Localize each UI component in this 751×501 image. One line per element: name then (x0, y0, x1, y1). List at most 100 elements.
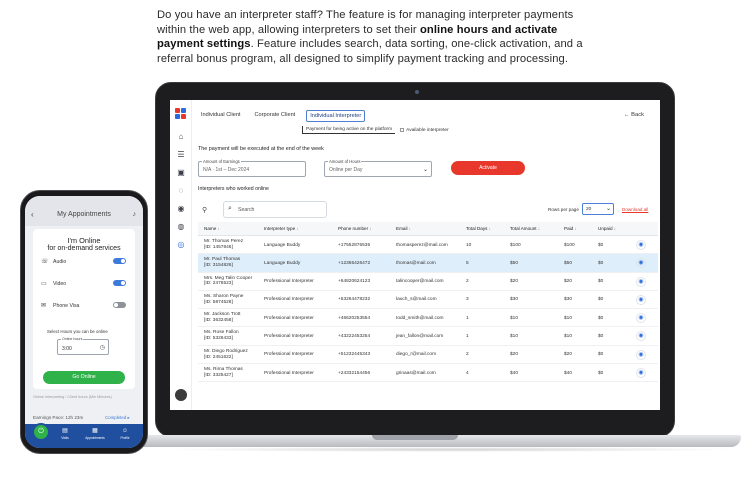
toggle-audio[interactable] (113, 258, 126, 264)
sms-icon: ✉ (41, 303, 47, 309)
interpreter-id: [ID: 2476523] (204, 281, 233, 287)
client-tabs: Individual Client Corporate Client Indiv… (198, 110, 366, 122)
sidebar: ⌂ ☰ ▣ ◌ ◉ ◍ ◎ (170, 100, 192, 410)
menu-icon[interactable]: ☰ (176, 150, 186, 160)
nav-profile[interactable]: ☺ Profile (113, 427, 137, 440)
cell-email: jean_fallon@mail.com (396, 333, 444, 339)
option-audio: ☏ Audio (41, 259, 67, 265)
chat-icon[interactable]: ◌ (176, 186, 186, 196)
hours-input[interactable]: Online hours 3:00 ◷ (57, 337, 109, 355)
col-phone[interactable]: Phone number ↓ (338, 226, 372, 231)
cell-type: Professional Interpreter (264, 279, 314, 285)
wallet-icon[interactable]: ◍ (176, 222, 186, 232)
online-power-button[interactable]: ⏻ (32, 423, 50, 441)
interpreter-id: [ID: 3325427] (204, 372, 233, 378)
interpreter-id: [ID: 2451622] (204, 354, 233, 360)
search-icon: ⌕ (228, 205, 232, 212)
search-input[interactable]: ⌕ Search (223, 201, 327, 218)
nav-visits[interactable]: ▤ Visits (53, 427, 77, 440)
view-eye-icon[interactable]: ◉ (636, 368, 646, 379)
hours-label: Select Hours you can be online (47, 329, 108, 334)
cell-unpaid: $0 (598, 370, 604, 376)
cell-amount: $20 (510, 279, 519, 285)
filter-icon[interactable]: ⚲ (202, 206, 207, 214)
user-icon[interactable]: ◉ (176, 204, 186, 214)
table-body: Mr. Thomas Perez [ID: 1457846] Language Bu… (198, 236, 658, 383)
col-unpaid[interactable]: Unpaid ↓ (598, 226, 616, 231)
table-row[interactable]: Mr. Paul Thomas [ID: 3154826] Language Bud… (198, 254, 658, 273)
interpreter-name: Mr. Thomas Perez (204, 239, 244, 244)
cell-name: Ms. Rose Fallon [ID: 5326433] (204, 330, 239, 342)
cell-amount: $10 (510, 315, 519, 321)
cell-phone: +64820624123 (338, 279, 371, 285)
rows-per-page-select[interactable]: 20 ⌄ (582, 203, 614, 215)
table-row[interactable]: Mr. Thomas Perez [ID: 1457846] Language Bu… (198, 236, 658, 255)
go-online-button[interactable]: Go Online (43, 371, 125, 384)
cell-email: thomas@mail.com (396, 260, 436, 266)
cell-days: 2 (466, 352, 469, 358)
cell-days: 1 (466, 315, 469, 321)
page: Do you have an interpreter staff? The fe… (0, 0, 751, 501)
col-name[interactable]: Name ↓ (204, 226, 220, 231)
table-header: Name ↓ Interpreter type ↓ Phone number ↓… (198, 222, 658, 236)
calendar-icon[interactable]: ▣ (176, 168, 186, 178)
back-button[interactable]: ← Back (624, 112, 644, 118)
table-row[interactable]: Ms. Rima Thomas [ID: 3325427] Professional… (198, 364, 658, 383)
cell-unpaid: $0 (598, 279, 604, 285)
view-eye-icon[interactable]: ◉ (636, 240, 646, 250)
cell-paid: $50 (564, 260, 573, 266)
cell-paid: $10 (564, 333, 573, 339)
view-eye-icon[interactable]: ◉ (636, 276, 646, 287)
subtab-payment-active[interactable]: Payment for being active on the platform (302, 126, 396, 134)
amount-earnings-field[interactable]: Amount of Earnings N/A · 1st – Dec 2024 (198, 159, 306, 177)
subtab-available[interactable]: Available interpreter (406, 128, 449, 133)
view-eye-icon[interactable]: ◉ (636, 331, 646, 342)
interpreter-id: [ID: 1457846] (204, 244, 233, 250)
tab-corporate-client[interactable]: Corporate Client (252, 110, 299, 122)
download-all-link[interactable]: Download all (622, 207, 648, 212)
table-row[interactable]: Mr. Jackson Trott [ID: 3632458] Profession… (198, 309, 658, 328)
col-type[interactable]: Interpreter type ↓ (264, 226, 299, 231)
table-row[interactable]: Mr. Diego Rodriguez [ID: 2451622] Professi… (198, 346, 658, 365)
avatar[interactable] (175, 389, 187, 401)
cell-unpaid: $0 (598, 352, 604, 358)
col-amount[interactable]: Total Amount ↓ (510, 226, 540, 231)
tab-individual-interpreter[interactable]: Individual Interpreter (306, 110, 366, 122)
cell-amount: $10 (510, 333, 519, 339)
toggle-video[interactable] (113, 280, 126, 286)
cell-name: Ms. Rima Thomas [ID: 3325427] (204, 367, 243, 379)
col-days[interactable]: Total Days ↓ (466, 226, 491, 231)
col-email[interactable]: Email ↓ (396, 226, 411, 231)
completed-link[interactable]: Completed ▸ (105, 415, 130, 421)
home-icon[interactable]: ⌂ (176, 132, 186, 142)
col-paid[interactable]: Paid ↓ (564, 226, 577, 231)
table-row[interactable]: Ms. Sharon Payne [ID: 5874528] Professiona… (198, 291, 658, 310)
table-row[interactable]: Ms. Rose Fallon [ID: 5326433] Professional… (198, 327, 658, 346)
amount-earnings-label: Amount of Earnings (202, 159, 241, 164)
option-phone-visa: ✉ Phone Visa (41, 303, 80, 309)
view-eye-icon[interactable]: ◉ (636, 313, 646, 324)
amount-hours-select[interactable]: Amount of Hours Online per Day ⌄ (324, 159, 432, 177)
cell-amount: $50 (510, 260, 519, 266)
view-eye-icon[interactable]: ◉ (636, 294, 646, 305)
toggle-phone-visa[interactable] (113, 302, 126, 308)
phone-icon: ☏ (41, 259, 49, 265)
profile-icon: ☺ (121, 428, 129, 434)
table-row[interactable]: Mrs. Meg Talin Cooper [ID: 2476523] Profes… (198, 273, 658, 291)
nav-appointments[interactable]: ▦ Appointments (83, 427, 107, 440)
cell-name: Ms. Sharon Payne [ID: 5874528] (204, 294, 243, 306)
tab-individual-client[interactable]: Individual Client (198, 110, 244, 122)
laptop-notch (372, 435, 458, 440)
cell-type: Professional Interpreter (264, 315, 314, 321)
cell-email: thomasperez@mail.com (396, 242, 448, 248)
view-eye-icon[interactable]: ◉ (636, 349, 646, 360)
activate-button[interactable]: Activate (451, 161, 525, 175)
cell-type: Language Buddy (264, 242, 301, 248)
payments-icon[interactable]: ◎ (176, 240, 186, 250)
interpreter-id: [ID: 5874528] (204, 299, 233, 305)
view-eye-icon[interactable]: ◉ (636, 258, 646, 269)
checkbox[interactable] (400, 128, 405, 132)
bell-icon[interactable]: ♪ (133, 211, 137, 218)
cell-email: lauch_s@mail.com (396, 297, 437, 303)
online-title: I'm Online (67, 236, 101, 245)
